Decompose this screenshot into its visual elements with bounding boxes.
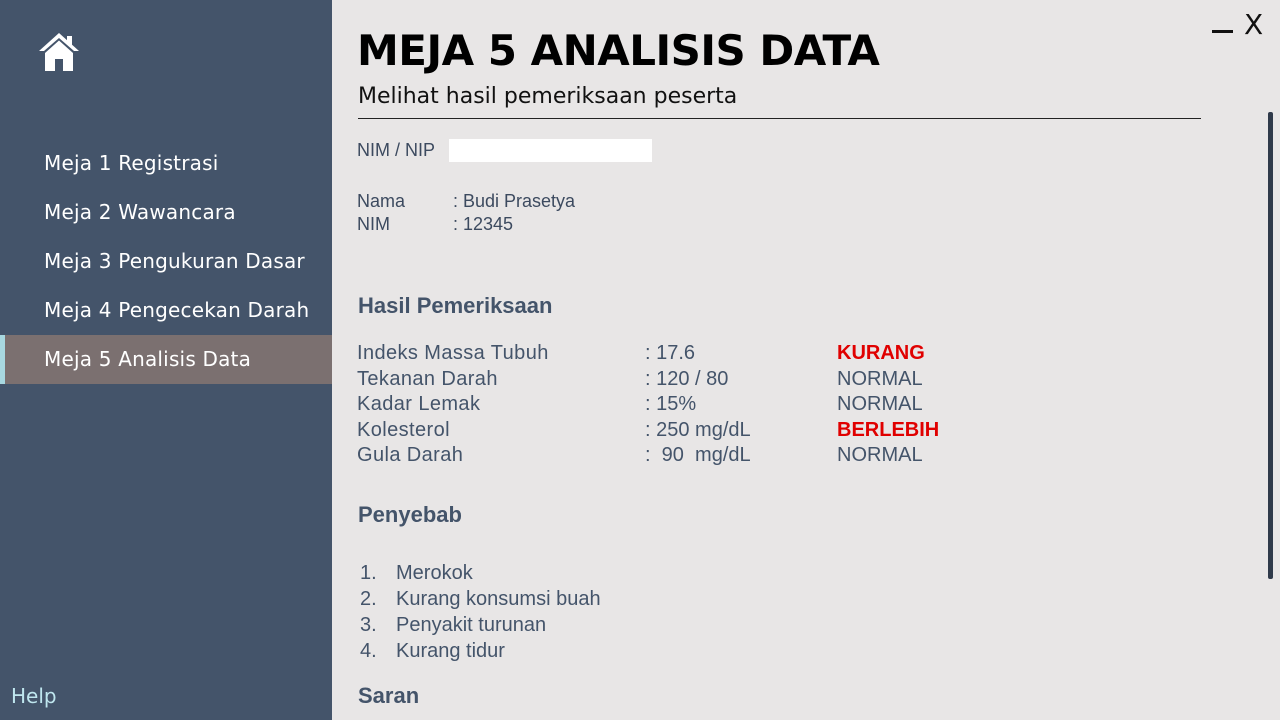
result-status: NORMAL bbox=[837, 393, 923, 416]
nim-value: : 12345 bbox=[453, 214, 514, 234]
result-value: : 15% bbox=[645, 393, 697, 416]
list-number: 3. bbox=[360, 614, 377, 636]
list-item: 2. Kurang konsumsi buah bbox=[360, 586, 601, 612]
advice-heading: Saran bbox=[358, 683, 420, 708]
main-content: X MEJA 5 ANALISIS DATA Melihat hasil pem… bbox=[332, 0, 1280, 720]
nim-key: NIM bbox=[357, 214, 390, 234]
causes-list: 1. Merokok 2. Kurang konsumsi buah 3. Pe… bbox=[360, 560, 601, 664]
participant-info: Nama : Budi Prasetya NIM : 12345 bbox=[357, 190, 575, 236]
result-value: : 250 mg/dL bbox=[645, 418, 751, 441]
minimize-icon[interactable] bbox=[1212, 30, 1233, 33]
result-name: Tekanan Darah bbox=[357, 367, 498, 390]
page-title: MEJA 5 ANALISIS DATA bbox=[357, 26, 880, 75]
causes-heading: Penyebab bbox=[358, 502, 462, 527]
list-text: Kurang konsumsi buah bbox=[396, 588, 601, 610]
page-subtitle: Melihat hasil pemeriksaan peserta bbox=[358, 84, 738, 109]
result-name: Gula Darah bbox=[357, 444, 464, 467]
result-row: Kadar Lemak : 15% NORMAL bbox=[357, 392, 977, 418]
list-text: Penyakit turunan bbox=[396, 614, 547, 636]
result-value: : 17.6 bbox=[645, 342, 696, 364]
participant-name-row: Nama : Budi Prasetya bbox=[357, 190, 575, 213]
result-name: Kolesterol bbox=[357, 418, 450, 441]
results-heading: Hasil Pemeriksaan bbox=[358, 293, 553, 318]
list-text: Kurang tidur bbox=[396, 640, 505, 662]
result-value: : 120 / 80 bbox=[645, 367, 729, 390]
results-table: Indeks Massa Tubuh : 17.6 KURANG Tekanan… bbox=[357, 341, 977, 469]
scrollbar[interactable] bbox=[1268, 112, 1273, 579]
result-name: Indeks Massa Tubuh bbox=[357, 342, 549, 364]
name-value: : Budi Prasetya bbox=[453, 191, 576, 211]
nim-nip-input[interactable] bbox=[449, 139, 652, 162]
sidebar-item-meja-1[interactable]: Meja 1 Registrasi bbox=[0, 139, 332, 188]
sidebar-nav: Meja 1 Registrasi Meja 2 Wawancara Meja … bbox=[0, 139, 332, 384]
list-number: 1. bbox=[360, 562, 377, 584]
sidebar-item-meja-3[interactable]: Meja 3 Pengukuran Dasar bbox=[0, 237, 332, 286]
list-item: 3. Penyakit turunan bbox=[360, 612, 601, 638]
result-row: Kolesterol : 250 mg/dL BERLEBIH bbox=[357, 418, 977, 444]
list-item: 4. Kurang tidur bbox=[360, 638, 601, 664]
result-status: BERLEBIH bbox=[837, 418, 940, 441]
result-row: Gula Darah : 90 mg/dL NORMAL bbox=[357, 443, 977, 469]
result-status: NORMAL bbox=[837, 367, 923, 390]
list-text: Merokok bbox=[396, 562, 473, 584]
result-value: : 90 mg/dL bbox=[645, 444, 751, 467]
result-row: Indeks Massa Tubuh : 17.6 KURANG bbox=[357, 341, 977, 367]
result-status: KURANG bbox=[837, 342, 925, 364]
divider bbox=[358, 118, 1201, 119]
name-key: Nama bbox=[357, 191, 406, 211]
nim-nip-label: NIM / NIP bbox=[357, 140, 436, 160]
sidebar-item-meja-5[interactable]: Meja 5 Analisis Data bbox=[0, 335, 332, 384]
result-row: Tekanan Darah : 120 / 80 NORMAL bbox=[357, 367, 977, 393]
result-status: NORMAL bbox=[837, 444, 923, 467]
participant-nim-row: NIM : 12345 bbox=[357, 213, 575, 236]
list-item: 1. Merokok bbox=[360, 560, 601, 586]
sidebar-item-meja-2[interactable]: Meja 2 Wawancara bbox=[0, 188, 332, 237]
sidebar: Meja 1 Registrasi Meja 2 Wawancara Meja … bbox=[0, 0, 332, 720]
sidebar-item-meja-4[interactable]: Meja 4 Pengecekan Darah bbox=[0, 286, 332, 335]
list-number: 4. bbox=[360, 640, 377, 662]
close-icon[interactable]: X bbox=[1244, 10, 1263, 40]
list-number: 2. bbox=[360, 588, 377, 610]
help-link[interactable]: Help bbox=[11, 684, 57, 708]
result-name: Kadar Lemak bbox=[357, 393, 481, 416]
home-icon[interactable] bbox=[36, 29, 82, 75]
